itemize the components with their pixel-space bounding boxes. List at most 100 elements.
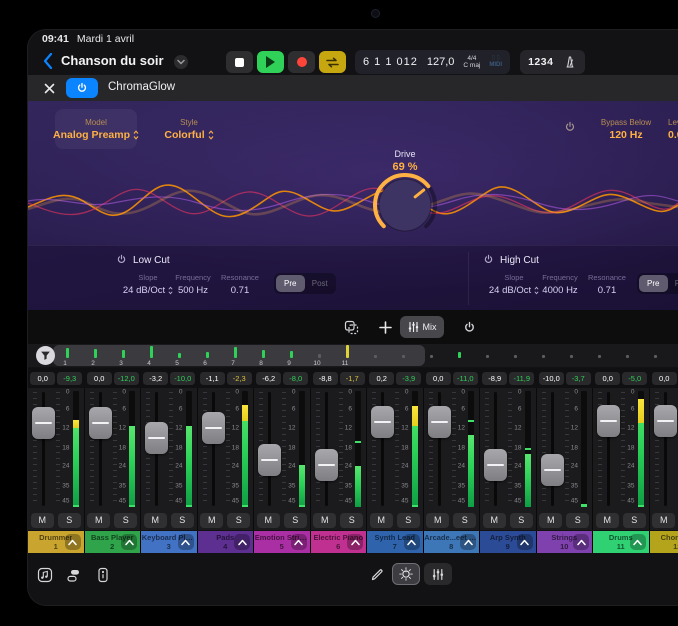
collapse-chevron-button[interactable] [121, 534, 137, 550]
fader-track[interactable] [551, 392, 554, 506]
record-button[interactable] [288, 51, 315, 73]
bypass-power-icon[interactable] [564, 121, 576, 133]
track-name-tile[interactable]: Arcade...eet Pad 8 [424, 531, 481, 553]
back-button[interactable] [38, 51, 58, 71]
mute-button[interactable]: M [31, 513, 54, 528]
mute-button[interactable]: M [483, 513, 506, 528]
overview-slot[interactable] [646, 344, 674, 367]
mute-button[interactable]: M [596, 513, 619, 528]
overview-slot[interactable] [534, 344, 562, 367]
track-name-tile[interactable]: Drums 11 [593, 531, 650, 553]
overview-slot[interactable]: 10 [310, 344, 338, 367]
mute-button[interactable]: M [652, 513, 675, 528]
model-selector[interactable]: Model Analog Preamp [55, 109, 137, 149]
track-name-tile[interactable]: Keyboard Player 3 [141, 531, 198, 553]
project-menu-button[interactable] [174, 55, 188, 69]
mute-button[interactable]: M [313, 513, 336, 528]
close-plugin-button[interactable] [40, 79, 58, 97]
mixer-power-button[interactable] [456, 316, 482, 338]
overview-slot[interactable]: 1 [58, 344, 86, 367]
overview-slot[interactable]: 6 [198, 344, 226, 367]
fader-handle[interactable] [484, 449, 507, 481]
volume-value[interactable]: 0,0 [595, 372, 620, 385]
collapse-chevron-button[interactable] [460, 534, 476, 550]
fader-handle[interactable] [315, 449, 338, 481]
overview-slot[interactable]: 8 [254, 344, 282, 367]
overview-slot[interactable]: 9 [282, 344, 310, 367]
mute-button[interactable]: M [200, 513, 223, 528]
overview-slot[interactable] [562, 344, 590, 367]
project-title[interactable]: Chanson du soir [61, 53, 164, 68]
volume-value[interactable]: -8,8 [313, 372, 338, 385]
fader-handle[interactable] [145, 422, 168, 454]
collapse-chevron-button[interactable] [630, 534, 646, 550]
solo-button[interactable]: S [623, 513, 646, 528]
collapse-chevron-button[interactable] [65, 534, 81, 550]
mute-button[interactable]: M [87, 513, 110, 528]
solo-button[interactable]: S [114, 513, 137, 528]
smart-controls-button[interactable] [392, 563, 420, 585]
track-name-tile[interactable]: Electric Piano 6 [311, 531, 368, 553]
filter-icon[interactable] [36, 346, 55, 365]
mute-button[interactable]: M [257, 513, 280, 528]
overview-slot[interactable]: 4 [142, 344, 170, 367]
low-cut-power-icon[interactable] [116, 254, 127, 265]
volume-value[interactable]: -10,0 [539, 372, 564, 385]
pre-button[interactable]: Pre [276, 275, 305, 292]
solo-button[interactable]: S [171, 513, 194, 528]
volume-value[interactable]: 0,0 [87, 372, 112, 385]
low-cut-resonance[interactable]: Resonance 0.71 [212, 273, 268, 296]
duplicate-button[interactable] [338, 316, 364, 338]
overview-slot[interactable] [450, 344, 478, 367]
track-name-tile[interactable]: Chorus V 12 [650, 531, 678, 553]
loop-browser-button[interactable] [32, 564, 58, 586]
track-name-tile[interactable]: Pads 4 [198, 531, 255, 553]
overview-slot[interactable] [618, 344, 646, 367]
style-selector[interactable]: Style Colorful [154, 109, 224, 149]
volume-value[interactable]: 0,0 [652, 372, 677, 385]
mixer-faders-button[interactable] [424, 563, 452, 585]
overview-slot[interactable] [394, 344, 422, 367]
fader-handle[interactable] [89, 407, 112, 439]
fader-track[interactable] [212, 392, 215, 506]
drive-knob[interactable] [369, 169, 441, 241]
fader-handle[interactable] [371, 406, 394, 438]
overview-slot[interactable]: 2 [86, 344, 114, 367]
overview-slot[interactable] [478, 344, 506, 367]
count-in-button[interactable]: 1234 [528, 56, 553, 68]
overview-slot[interactable]: 5 [170, 344, 198, 367]
overview-slot[interactable] [422, 344, 450, 367]
volume-value[interactable]: 0,0 [426, 372, 451, 385]
track-name-tile[interactable]: Arp Synth 9 [480, 531, 537, 553]
level-control[interactable]: Level 0.0 [668, 109, 678, 149]
mute-button[interactable]: M [426, 513, 449, 528]
high-cut-power-icon[interactable] [483, 254, 494, 265]
solo-button[interactable]: S [397, 513, 420, 528]
fader-handle[interactable] [258, 444, 281, 476]
add-track-button[interactable] [372, 316, 398, 338]
overview-slot[interactable] [366, 344, 394, 367]
track-name-tile[interactable]: Synth Lead 7 [367, 531, 424, 553]
pre-button[interactable]: Pre [639, 275, 668, 292]
post-button[interactable]: Post [669, 275, 678, 292]
volume-value[interactable]: -8,9 [482, 372, 507, 385]
fader-handle[interactable] [541, 454, 564, 486]
track-name-tile[interactable]: Bass Player 2 [85, 531, 142, 553]
volume-value[interactable]: -6,2 [256, 372, 281, 385]
overview-slot[interactable]: 3 [114, 344, 142, 367]
play-button[interactable] [257, 51, 284, 73]
track-name-tile[interactable]: Emotion Strings 5 [254, 531, 311, 553]
lcd-display[interactable]: 6 1 1 012 127,0 4/4 C maj ▯ ▯ MIDI [355, 50, 510, 74]
solo-button[interactable]: S [58, 513, 81, 528]
post-button[interactable]: Post [306, 275, 335, 292]
plugin-power-button[interactable] [66, 78, 98, 98]
mute-button[interactable]: M [144, 513, 167, 528]
collapse-chevron-button[interactable] [517, 534, 533, 550]
collapse-chevron-button[interactable] [573, 534, 589, 550]
cycle-button[interactable] [319, 51, 346, 73]
routing-button[interactable] [60, 564, 86, 586]
collapse-chevron-button[interactable] [347, 534, 363, 550]
mute-button[interactable]: M [370, 513, 393, 528]
fader-handle[interactable] [32, 407, 55, 439]
track-name-tile[interactable]: Drummer 1 [28, 531, 85, 553]
